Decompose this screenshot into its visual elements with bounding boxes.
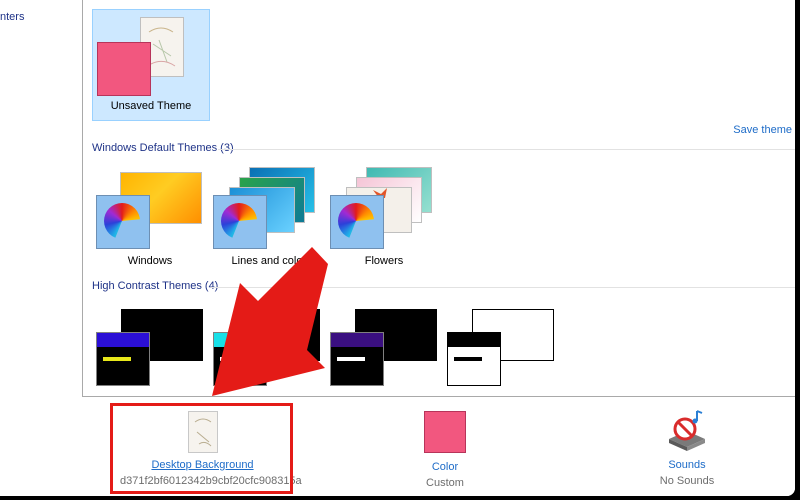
theme-tile-windows[interactable]: Windows [92, 165, 208, 275]
color-setting[interactable]: Color Custom [395, 411, 495, 489]
color-scheme-thumbnail [213, 332, 267, 386]
theme-tile-unsaved[interactable]: Unsaved Theme [92, 9, 210, 121]
text-bar-swatch [337, 357, 365, 361]
personalization-window: nters ation ter Unsaved Theme Save theme… [0, 0, 795, 496]
theme-tile-flowers[interactable]: Flowers [326, 165, 442, 275]
color-link[interactable]: Color [395, 461, 495, 473]
color-swatch-icon [424, 411, 466, 453]
theme-tile-high-contrast-1[interactable] [92, 302, 208, 396]
theme-label: Unsaved Theme [110, 100, 192, 112]
theme-label: Flowers [364, 255, 404, 267]
section-divider [211, 287, 795, 288]
color-value: Custom [426, 477, 464, 489]
theme-tile-high-contrast-3[interactable] [326, 302, 442, 396]
color-swatch [97, 42, 151, 96]
theme-tile-lines-and-colors[interactable]: Lines and colo [209, 165, 325, 275]
color-palette-icon [213, 195, 267, 249]
section-divider [218, 149, 795, 150]
left-nav-link[interactable]: nters [0, 11, 24, 23]
themes-list: Unsaved Theme Save theme Windows Default… [82, 0, 795, 397]
theme-label: Windows [127, 255, 173, 267]
sounds-value: No Sounds [659, 475, 715, 487]
theme-label: Lines and colo [231, 255, 303, 267]
save-theme-link[interactable]: Save theme [733, 124, 792, 136]
title-bar-swatch [448, 333, 500, 347]
theme-tile-high-contrast-4[interactable] [443, 302, 559, 396]
color-palette-icon [330, 195, 384, 249]
section-title-default-themes: Windows Default Themes (3) [92, 142, 234, 154]
color-scheme-thumbnail [330, 332, 384, 386]
text-bar-swatch [103, 357, 131, 361]
title-bar-swatch [331, 333, 383, 347]
title-bar-swatch [97, 333, 149, 347]
color-scheme-thumbnail [96, 332, 150, 386]
theme-tile-high-contrast-2[interactable] [209, 302, 325, 396]
title-bar-swatch [214, 333, 266, 347]
annotation-highlight-box [110, 403, 293, 494]
sounds-icon [669, 410, 705, 451]
section-title-high-contrast: High Contrast Themes (4) [92, 280, 219, 292]
color-scheme-thumbnail [447, 332, 501, 386]
text-bar-swatch [220, 357, 248, 361]
text-bar-swatch [454, 357, 482, 361]
sounds-link[interactable]: Sounds [637, 459, 737, 471]
color-palette-icon [96, 195, 150, 249]
sounds-setting[interactable]: Sounds No Sounds [637, 409, 737, 487]
